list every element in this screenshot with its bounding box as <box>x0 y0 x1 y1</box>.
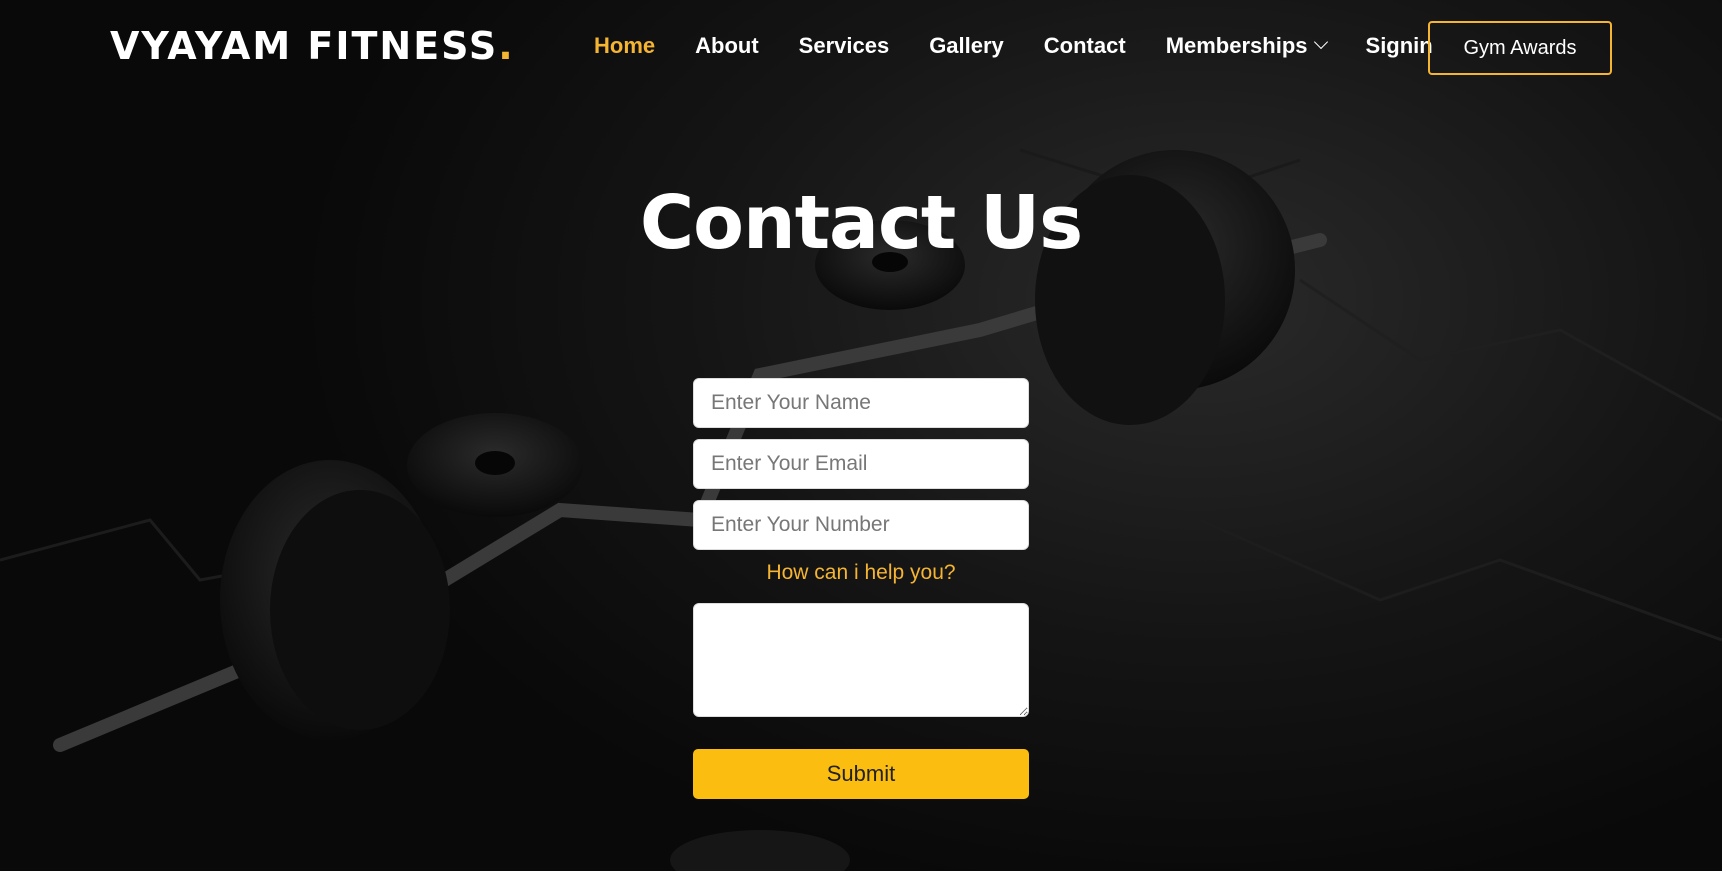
top-navbar: VYAYAM FITNESS. Home About Services Gall… <box>0 0 1722 98</box>
message-textarea[interactable] <box>693 603 1029 717</box>
nav-contact[interactable]: Contact <box>1044 33 1126 59</box>
brand-logo[interactable]: VYAYAM FITNESS. <box>110 24 515 68</box>
email-input[interactable] <box>693 439 1029 489</box>
name-input[interactable] <box>693 378 1029 428</box>
help-label: How can i help you? <box>766 561 956 584</box>
nav-gallery[interactable]: Gallery <box>929 33 1004 59</box>
nav-memberships-label: Memberships <box>1165 33 1308 58</box>
nav-memberships[interactable]: Memberships <box>1165 33 1328 59</box>
nav-signin[interactable]: Signin <box>1366 33 1433 59</box>
submit-button[interactable]: Submit <box>693 749 1029 799</box>
nav-services[interactable]: Services <box>799 33 890 59</box>
main-nav: Home About Services Gallery Contact Memb… <box>594 33 1473 59</box>
contact-form: How can i help you? Submit <box>693 378 1029 799</box>
gym-awards-button[interactable]: Gym Awards <box>1428 21 1612 75</box>
brand-dot: . <box>498 24 515 68</box>
nav-about[interactable]: About <box>695 33 759 59</box>
chevron-down-icon <box>1313 34 1328 50</box>
number-input[interactable] <box>693 500 1029 550</box>
brand-name: VYAYAM FITNESS <box>110 24 499 68</box>
nav-home[interactable]: Home <box>594 33 655 59</box>
page-title: Contact Us <box>639 180 1083 266</box>
